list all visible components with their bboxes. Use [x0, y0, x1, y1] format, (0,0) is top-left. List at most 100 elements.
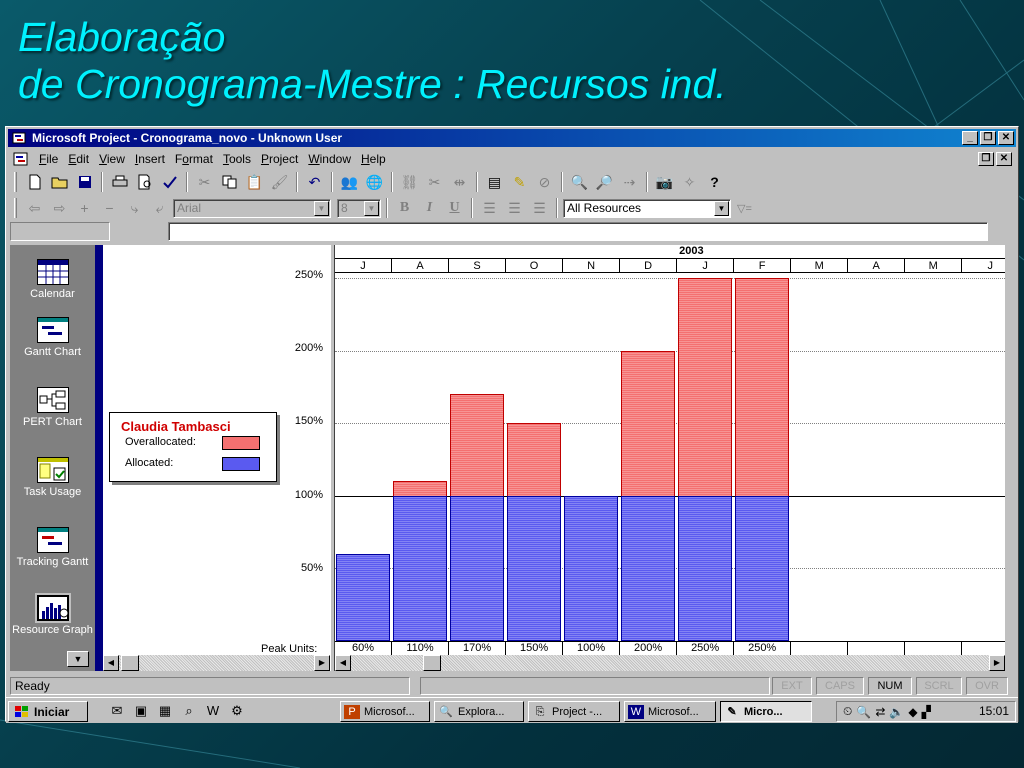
new-icon[interactable] — [23, 171, 46, 193]
view-gantt-chart[interactable]: Gantt Chart — [10, 317, 95, 358]
quicklaunch-app-icon[interactable]: ▦ — [156, 703, 174, 719]
menu-file[interactable]: File — [34, 152, 63, 166]
unlink-tasks-icon[interactable]: ✂ — [423, 171, 446, 193]
view-calendar[interactable]: Calendar — [10, 259, 95, 300]
tray-flag-icon[interactable]: ▞ — [922, 705, 931, 719]
italic-button[interactable]: I — [418, 197, 441, 219]
zoom-in-icon[interactable]: 🔍 — [568, 171, 591, 193]
task-notes-icon[interactable]: ✎ — [508, 171, 531, 193]
gantt-wizard-icon[interactable]: ✧ — [678, 171, 701, 193]
goto-task-icon[interactable]: ⇢ — [618, 171, 641, 193]
window-titlebar[interactable]: Microsoft Project - Cronograma_novo - Un… — [8, 129, 1016, 147]
close-button[interactable]: ✕ — [998, 131, 1014, 145]
graph-horizontal-scrollbar[interactable]: ◀ ▶ — [335, 655, 1005, 671]
align-right-icon[interactable]: ☰ — [528, 197, 551, 219]
menu-format[interactable]: Format — [170, 152, 218, 166]
slide-title-line2: de Cronograma-Mestre : Recursos ind. — [18, 61, 727, 107]
show-subtasks-icon[interactable]: + — [73, 197, 96, 219]
view-resource-graph[interactable]: Resource Graph — [10, 595, 95, 636]
document-icon[interactable] — [12, 151, 30, 167]
task-information-icon[interactable]: ▤ — [483, 171, 506, 193]
entry-field[interactable] — [168, 222, 988, 241]
menu-view[interactable]: View — [94, 152, 130, 166]
start-button[interactable]: Iniciar — [8, 701, 88, 722]
tray-network-icon[interactable]: ⇄ — [875, 705, 885, 719]
arrow-right-icon[interactable]: ⇨ — [48, 197, 71, 219]
zoom-out-icon[interactable]: 🔎 — [593, 171, 616, 193]
arrow-left-icon[interactable]: ⇦ — [23, 197, 46, 219]
scroll-right-button[interactable]: ▶ — [314, 655, 330, 671]
menu-window[interactable]: Window — [303, 152, 356, 166]
month-cell: M — [905, 259, 963, 273]
cut-icon[interactable]: ✂ — [193, 171, 216, 193]
print-icon[interactable] — [108, 171, 131, 193]
menu-help[interactable]: Help — [356, 152, 391, 166]
view-tracking-gantt[interactable]: Tracking Gantt — [10, 527, 95, 568]
align-center-icon[interactable]: ☰ — [503, 197, 526, 219]
quicklaunch-search-icon[interactable]: ⌕ — [180, 703, 198, 719]
minimize-button[interactable]: _ — [962, 131, 978, 145]
task-word[interactable]: W Microsof... — [624, 701, 716, 722]
chevron-down-icon[interactable]: ▼ — [364, 200, 379, 216]
graph-scroll-left-button[interactable]: ◀ — [335, 655, 351, 671]
chevron-down-icon[interactable]: ▼ — [714, 200, 729, 216]
task-msproject[interactable]: ✎ Micro... — [720, 701, 812, 722]
font-combo[interactable]: Arial ▼ — [173, 198, 331, 218]
format-painter-icon[interactable]: 🖌 — [268, 171, 291, 193]
chevron-down-icon[interactable]: ▼ — [314, 200, 329, 216]
task-explorer[interactable]: 🔍 Explora... — [434, 701, 524, 722]
assign-resources-icon[interactable]: 👥 — [338, 171, 361, 193]
help-icon[interactable]: ? — [703, 171, 726, 193]
paste-icon[interactable]: 📋 — [243, 171, 266, 193]
show-icon[interactable]: ⤷ — [123, 197, 146, 219]
view-task-usage[interactable]: Task Usage — [10, 457, 95, 498]
view-bar: Calendar Gantt Chart PERT Chart Task Usa… — [10, 245, 95, 671]
menu-insert[interactable]: Insert — [130, 152, 170, 166]
outline-icon[interactable]: ⤶ — [148, 197, 171, 219]
graph-scroll-right-button[interactable]: ▶ — [989, 655, 1005, 671]
hide-subtasks-icon[interactable]: − — [98, 197, 121, 219]
scroll-left-button[interactable]: ◀ — [103, 655, 119, 671]
quicklaunch-network-icon[interactable]: ⚙ — [228, 703, 246, 719]
align-left-icon[interactable]: ☰ — [478, 197, 501, 219]
split-task-icon[interactable]: ⇹ — [448, 171, 471, 193]
left-horizontal-scrollbar[interactable]: ◀ ▶ — [103, 655, 330, 671]
graph-scroll-thumb[interactable] — [423, 655, 441, 671]
bold-button[interactable]: B — [393, 197, 416, 219]
doc-close-button[interactable]: ✕ — [996, 152, 1012, 166]
font-size-combo[interactable]: 8 ▼ — [337, 198, 381, 218]
save-icon[interactable] — [73, 171, 96, 193]
tray-antivirus-icon[interactable]: ◆ — [908, 705, 917, 719]
underline-button[interactable]: U — [443, 197, 466, 219]
menu-tools[interactable]: Tools — [218, 152, 256, 166]
menu-project[interactable]: Project — [256, 152, 303, 166]
quicklaunch-desktop-icon[interactable]: ▣ — [132, 703, 150, 719]
autofilter-icon[interactable]: ▽= — [733, 197, 756, 219]
toolbar-grip[interactable] — [14, 172, 17, 192]
toolbar-grip-2[interactable] — [14, 198, 17, 218]
copy-icon[interactable] — [218, 171, 241, 193]
view-pert-chart[interactable]: PERT Chart — [10, 387, 95, 428]
copy-picture-icon[interactable]: 📷 — [653, 171, 676, 193]
tray-scheduler-icon[interactable]: ⏲ — [843, 704, 852, 719]
entry-status-box — [10, 222, 110, 241]
scroll-thumb[interactable] — [121, 655, 139, 671]
tray-volume-icon[interactable]: 🔈 — [889, 705, 904, 719]
undo-icon[interactable]: ↶ — [303, 171, 326, 193]
task-powerpoint[interactable]: P Microsof... — [340, 701, 430, 722]
restore-button[interactable]: ❐ — [980, 131, 996, 145]
doc-restore-button[interactable]: ❐ — [978, 152, 994, 166]
web-icon[interactable]: 🌐 — [363, 171, 386, 193]
quicklaunch-word-icon[interactable]: W — [204, 703, 222, 719]
task-project[interactable]: ⎘ Project -... — [528, 701, 620, 722]
resource-management-icon[interactable]: ⊘ — [533, 171, 556, 193]
tray-search-icon[interactable]: 🔍 — [856, 705, 871, 719]
print-preview-icon[interactable] — [133, 171, 156, 193]
view-bar-scroll-down-button[interactable]: ▼ — [67, 651, 89, 667]
link-tasks-icon[interactable]: ⛓ — [398, 171, 421, 193]
filter-combo[interactable]: All Resources ▼ — [563, 198, 731, 218]
quicklaunch-outlook-icon[interactable]: ✉ — [108, 703, 126, 719]
spelling-icon[interactable] — [158, 171, 181, 193]
menu-edit[interactable]: Edit — [63, 152, 94, 166]
open-folder-icon[interactable] — [48, 171, 71, 193]
